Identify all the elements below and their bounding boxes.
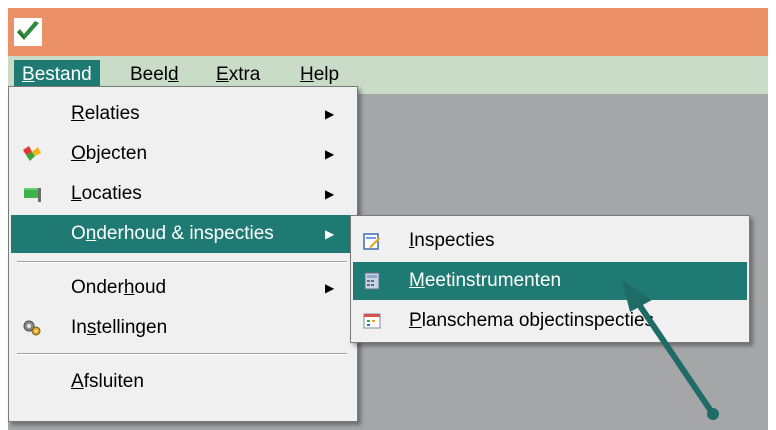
dropdown-item-objecten[interactable]: Objecten ▶ [11,135,355,173]
submenu-item-inspecties[interactable]: Inspecties [353,222,747,260]
meters-icon [364,272,380,290]
dropdown-item-instellingen[interactable]: Instellingen [11,309,355,347]
settings-icon [23,320,41,336]
menu-label: Meetinstrumenten [409,270,562,291]
menu-label: Afsluiten [71,371,144,392]
submenu-arrow-icon: ▶ [325,107,335,121]
submenu-arrow-icon: ▶ [325,147,335,161]
objects-icon [23,146,41,161]
submenu-arrow-icon: ▶ [325,187,335,201]
dropdown-item-relaties[interactable]: Relaties ▶ [11,95,355,133]
submenu-arrow-icon: ▶ [325,227,335,241]
menu-label: Locaties [71,183,142,204]
checkmark-app-icon [14,18,42,46]
menu-label: Instellingen [71,317,168,338]
schedule-icon [363,313,381,329]
dropdown-item-onderhoud[interactable]: Onderhoud ▶ [11,269,355,307]
menu-separator [17,261,347,263]
menu-label: Inspecties [409,230,495,251]
menu-label: Relaties [71,103,140,124]
dropdown-item-afsluiten[interactable]: Afsluiten [11,363,355,401]
bestand-dropdown-menu: Relaties ▶ Objecten ▶ Locaties ▶ Onderho… [8,86,358,422]
title-bar [8,8,768,56]
submenu-arrow-icon: ▶ [325,281,335,295]
locations-icon [24,188,41,202]
dropdown-item-locaties[interactable]: Locaties ▶ [11,175,355,213]
submenu-item-planschema-objectinspecties[interactable]: Planschema objectinspecties [353,302,747,340]
menu-label: Onderhoud & inspecties [71,223,274,244]
menu-separator [17,353,347,355]
submenu-item-meetinstrumenten[interactable]: Meetinstrumenten [353,262,747,300]
onderhoud-inspecties-submenu: Inspecties Meetinstrumenten Planschema o… [350,215,750,343]
menu-label: Onderhoud [71,277,167,298]
inspections-icon [363,233,380,250]
menu-label: Planschema objectinspecties [409,310,655,331]
menu-label: Objecten [71,143,148,164]
dropdown-item-onderhoud-inspecties[interactable]: Onderhoud & inspecties ▶ [11,215,355,253]
